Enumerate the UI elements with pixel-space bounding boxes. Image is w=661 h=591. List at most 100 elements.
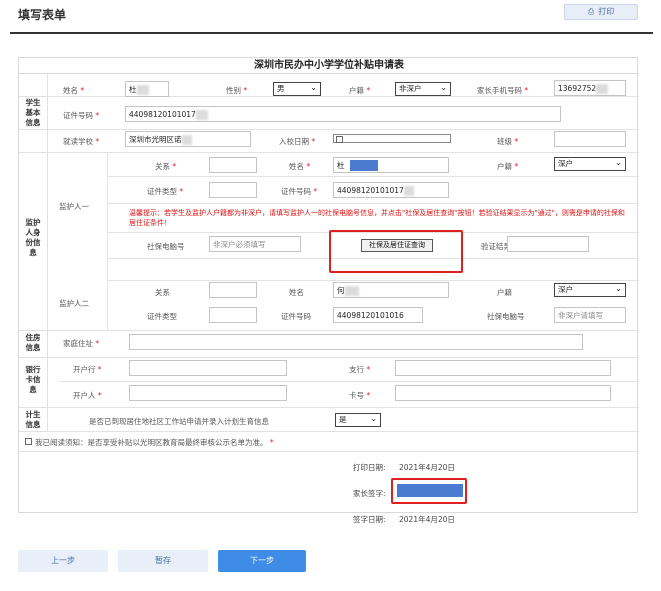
g2-id-input[interactable]: 44098120101016 [333,307,423,323]
row-divider [59,381,639,382]
g2-relation-label: 关系 [155,288,170,297]
chevron-down-icon: ⌄ [440,83,447,92]
next-button[interactable]: 下一步 [218,550,306,572]
application-form: 深圳市民办中小学学位补贴申请表 学生 基本 信息 监护 人身 份信 息 住房 信… [18,57,639,524]
branch-label: 支行 * [349,365,371,374]
branch-input[interactable] [395,360,611,376]
agreement-checkbox[interactable] [25,438,32,445]
guardian2-heading: 监护人二 [59,299,89,308]
section-planning-label: 计生 信息 [25,410,41,429]
print-date-value: 2021年4月20日 [399,463,455,472]
g2-hukou-label: 户籍 [497,288,512,297]
col-divider [47,74,48,431]
chevron-down-icon: ⌄ [370,414,377,423]
form-title: 深圳市民办中小学学位补贴申请表 [19,58,639,74]
section-bank-label: 银行 卡信 息 [25,365,41,394]
g1-id-input[interactable]: 44098120101017 [333,182,449,198]
student-id-input[interactable]: 44098120101017 [125,106,561,122]
save-draft-button[interactable]: 暂存 [118,550,208,572]
row-divider [19,431,639,432]
row-divider [19,407,639,408]
highlight-box [329,230,463,273]
g1-id-type-input[interactable] [209,182,257,198]
signature-highlight-box [391,478,467,504]
g2-name-input[interactable]: 何 [333,282,449,298]
g1-hukou-select[interactable]: 深户 ⌄ [554,157,626,171]
row-divider [19,129,639,130]
g1-notice: 温馨提示：若学生及监护人户籍都为非深户，请填写监护人一的社保电脑号信息，并点击"… [129,209,625,227]
student-name-label: 姓名 * [63,86,85,95]
g2-id-label: 证件号码 [281,312,311,321]
section-residence-label: 住房 信息 [25,333,41,352]
card-label: 卡号 * [349,391,371,400]
print-button[interactable]: ⎙ 打印 [564,4,638,20]
student-hukou-select[interactable]: 非深户 ⌄ [395,82,451,96]
chevron-down-icon: ⌄ [310,83,317,92]
g2-hukou-select[interactable]: 深户 ⌄ [554,283,626,297]
guardian1-heading: 监护人一 [59,202,89,211]
row-divider [107,280,639,281]
parent-phone-input[interactable]: 13692752 [554,80,626,96]
g1-ss-label: 社保电脑号 [147,242,185,251]
section-student-label: 学生 基本 信息 [25,98,41,127]
g2-id-type-input[interactable] [209,307,257,323]
row-divider [19,330,639,331]
holder-input[interactable] [129,385,287,401]
print-label: 打印 [598,7,615,16]
print-date-label: 打印日期: [353,463,386,472]
student-hukou-label: 户籍 * [349,86,371,95]
prev-button[interactable]: 上一步 [18,550,108,572]
sign-date-value: 2021年4月20日 [399,515,455,524]
redacted-block [350,160,378,171]
g2-relation-input[interactable] [209,282,257,298]
student-gender-label: 性别 * [226,86,248,95]
row-divider [19,357,639,358]
enroll-date-label: 入校日期 * [279,137,316,146]
class-label: 班级 * [497,137,519,146]
g2-id-type-label: 证件类型 [147,312,177,321]
school-label: 就读学校 * [63,137,100,146]
planning-select[interactable]: 是 ⌄ [335,413,381,427]
g1-id-type-label: 证件类型 * [147,187,184,196]
col-divider [107,152,108,330]
section-guardian-label: 监护 人身 份信 息 [25,218,41,257]
row-divider [19,152,639,153]
g2-name-label: 姓名 [289,288,304,297]
address-label: 家庭住址 * [63,339,100,348]
row-divider [19,451,639,452]
enroll-date-input[interactable] [333,134,451,143]
class-input[interactable] [554,131,626,147]
g1-ss-input[interactable]: 非深户必须填写 [209,236,301,252]
sign-date-label: 签字日期: [353,515,386,524]
planning-question: 是否已到现居住地社区工作站申请并录入计划生育信息 [89,417,269,426]
g2-ss-input[interactable]: 非深户请填写 [554,307,626,323]
school-input[interactable]: 深圳市光明区诺 [125,131,251,147]
g1-relation-label: 关系 * [155,162,177,171]
chevron-down-icon: ⌄ [615,158,622,167]
g1-hukou-label: 户籍 * [497,162,519,171]
row-divider [19,96,639,97]
student-name-input[interactable]: 杜 [125,81,169,97]
agreement-text: 我已阅读须知：是否享受补贴以光明区教育局最终审核公示名单为准。 * [35,438,274,447]
g1-name-input[interactable]: 杜 [333,157,449,173]
student-id-label: 证件号码 * [63,111,100,120]
signature-label: 家长签字: [353,489,386,498]
holder-label: 开户人 * [73,391,102,400]
title-divider [10,32,653,34]
card-input[interactable] [395,385,611,401]
student-gender-select[interactable]: 男 ⌄ [273,82,321,96]
row-divider [107,176,639,177]
g2-ss-label: 社保电脑号 [487,312,525,321]
bank-input[interactable] [129,360,287,376]
parent-phone-label: 家长手机号码 * [477,86,529,95]
row-divider [107,203,639,204]
g1-id-label: 证件号码 * [281,187,318,196]
chevron-down-icon: ⌄ [615,284,622,293]
g1-relation-input[interactable] [209,157,257,173]
bank-label: 开户行 * [73,365,102,374]
printer-icon: ⎙ [587,7,595,16]
address-input[interactable] [129,334,583,350]
g1-name-label: 姓名 * [289,162,311,171]
g1-verify-result [507,236,589,252]
page-title: 填写表单 [18,8,67,22]
